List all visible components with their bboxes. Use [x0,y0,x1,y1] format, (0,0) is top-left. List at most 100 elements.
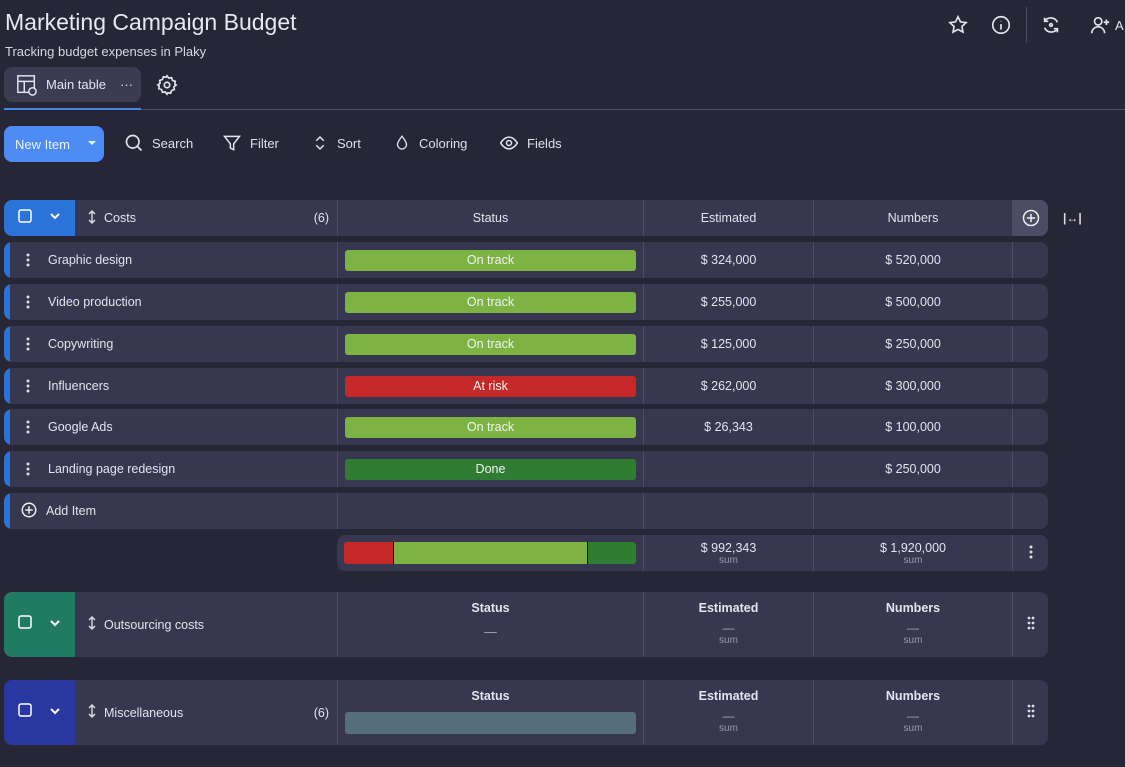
numbers-cell[interactable]: $ 500,000 [813,284,1012,320]
item-name[interactable]: Video production [48,284,142,320]
estimated-value[interactable]: $ 125,000 [701,337,757,351]
numbers-value[interactable]: $ 100,000 [885,420,941,434]
item-name[interactable]: Graphic design [48,242,132,278]
row-menu-icon[interactable] [26,242,30,278]
numbers-column[interactable]: Numbers — sum [813,680,1012,745]
add-user-button[interactable]: A [1089,14,1124,36]
new-item-button[interactable]: New Item [4,126,104,162]
add-item-button[interactable]: Add Item [20,493,96,529]
status-column[interactable]: Status — [337,592,643,657]
numbers-value[interactable]: $ 250,000 [885,337,941,351]
numbers-cell[interactable]: $ 300,000 [813,368,1012,404]
sort-handle-icon[interactable] [88,616,96,633]
drag-grip-icon[interactable] [1027,704,1035,721]
numbers-cell[interactable]: $ 100,000 [813,409,1012,445]
status-badge[interactable]: On track [345,291,636,313]
table-row[interactable]: Google Ads On track $ 26,343 $ 100,000 [4,409,1048,445]
row-menu-icon[interactable] [26,326,30,362]
expand-columns-icon[interactable]: |↔| [1063,211,1082,225]
tab-main-table[interactable]: Main table ··· [4,67,141,102]
estimated-column[interactable]: Estimated — sum [643,592,813,657]
estimated-column[interactable]: Estimated — sum [643,680,813,745]
column-header-estimated[interactable]: Estimated [699,689,759,703]
group-checkbox[interactable] [18,208,32,228]
estimated-value[interactable]: $ 324,000 [701,253,757,267]
numbers-value[interactable]: $ 520,000 [885,253,941,267]
status-badge[interactable]: At risk [345,375,636,397]
column-header-status[interactable]: Status [337,200,643,236]
group-drag-handle[interactable] [1012,680,1048,745]
group-name[interactable]: Costs [88,200,136,236]
numbers-value[interactable]: $ 500,000 [885,295,941,309]
status-cell[interactable]: On track [337,409,643,445]
sort-handle-icon[interactable] [88,209,96,227]
sort-button[interactable]: Sort [311,133,361,153]
new-item-dropdown-icon[interactable] [88,141,96,145]
chevron-down-icon[interactable] [49,209,61,227]
status-cell[interactable]: On track [337,242,643,278]
more-vertical-icon[interactable] [1029,545,1033,562]
table-row[interactable]: Copywriting On track $ 125,000 $ 250,000 [4,326,1048,362]
row-menu-icon[interactable] [26,284,30,320]
group-name[interactable]: Miscellaneous [88,680,183,745]
fields-button[interactable]: Fields [499,133,562,153]
tab-more-icon[interactable]: ··· [120,77,133,92]
group-checkbox[interactable] [18,615,32,634]
filter-button[interactable]: Filter [222,133,279,153]
numbers-value[interactable]: $ 250,000 [885,462,941,476]
estimated-cell[interactable]: $ 262,000 [643,368,813,404]
column-header-estimated[interactable]: Estimated [643,200,813,236]
sync-icon[interactable] [1040,14,1062,41]
estimated-value[interactable]: $ 262,000 [701,379,757,393]
estimated-cell[interactable] [643,451,813,487]
status-cell[interactable]: On track [337,326,643,362]
group-name[interactable]: Outsourcing costs [88,592,204,657]
estimated-cell[interactable]: $ 324,000 [643,242,813,278]
estimated-cell[interactable]: $ 125,000 [643,326,813,362]
status-cell[interactable]: At risk [337,368,643,404]
item-name[interactable]: Copywriting [48,326,113,362]
search-button[interactable]: Search [124,133,193,153]
column-header-numbers[interactable]: Numbers [886,601,940,615]
status-badge[interactable]: On track [345,249,636,271]
estimated-cell[interactable]: $ 255,000 [643,284,813,320]
status-column[interactable]: Status [337,680,643,745]
status-badge[interactable]: On track [345,333,636,355]
table-row[interactable]: Influencers At risk $ 262,000 $ 300,000 [4,368,1048,404]
coloring-button[interactable]: Coloring [393,133,467,153]
group-checkbox[interactable] [18,703,32,722]
estimated-value[interactable]: $ 255,000 [701,295,757,309]
estimated-cell[interactable]: $ 26,343 [643,409,813,445]
row-menu-icon[interactable] [26,368,30,404]
group-drag-handle[interactable] [1012,592,1048,657]
drag-grip-icon[interactable] [1027,616,1035,633]
numbers-cell[interactable]: $ 250,000 [813,326,1012,362]
status-cell[interactable]: Done [337,451,643,487]
column-header-status[interactable]: Status [471,601,509,615]
status-badge[interactable]: Done [345,458,636,480]
table-row[interactable]: Video production On track $ 255,000 $ 500,0… [4,284,1048,320]
column-header-estimated[interactable]: Estimated [699,601,759,615]
row-menu-icon[interactable] [26,451,30,487]
status-cell[interactable]: On track [337,284,643,320]
column-header-numbers[interactable]: Numbers [813,200,1012,236]
status-badge[interactable]: On track [345,416,636,438]
column-header-status[interactable]: Status [471,689,509,703]
row-menu-icon[interactable] [26,409,30,445]
item-name[interactable]: Influencers [48,368,109,404]
star-icon[interactable] [947,14,969,41]
numbers-column[interactable]: Numbers — sum [813,592,1012,657]
summary-menu-button[interactable] [1012,535,1048,571]
table-row[interactable]: Graphic design On track $ 324,000 $ 520,000 [4,242,1048,278]
chevron-down-icon[interactable] [49,704,61,722]
numbers-cell[interactable]: $ 520,000 [813,242,1012,278]
table-row[interactable]: Landing page redesign Done $ 250,000 [4,451,1048,487]
numbers-cell[interactable]: $ 250,000 [813,451,1012,487]
numbers-value[interactable]: $ 300,000 [885,379,941,393]
add-column-button[interactable] [1012,200,1048,236]
column-header-numbers[interactable]: Numbers [886,689,940,703]
settings-gear-icon[interactable] [156,74,178,101]
info-icon[interactable] [990,14,1012,41]
estimated-value[interactable]: $ 26,343 [704,420,753,434]
item-name[interactable]: Landing page redesign [48,451,175,487]
